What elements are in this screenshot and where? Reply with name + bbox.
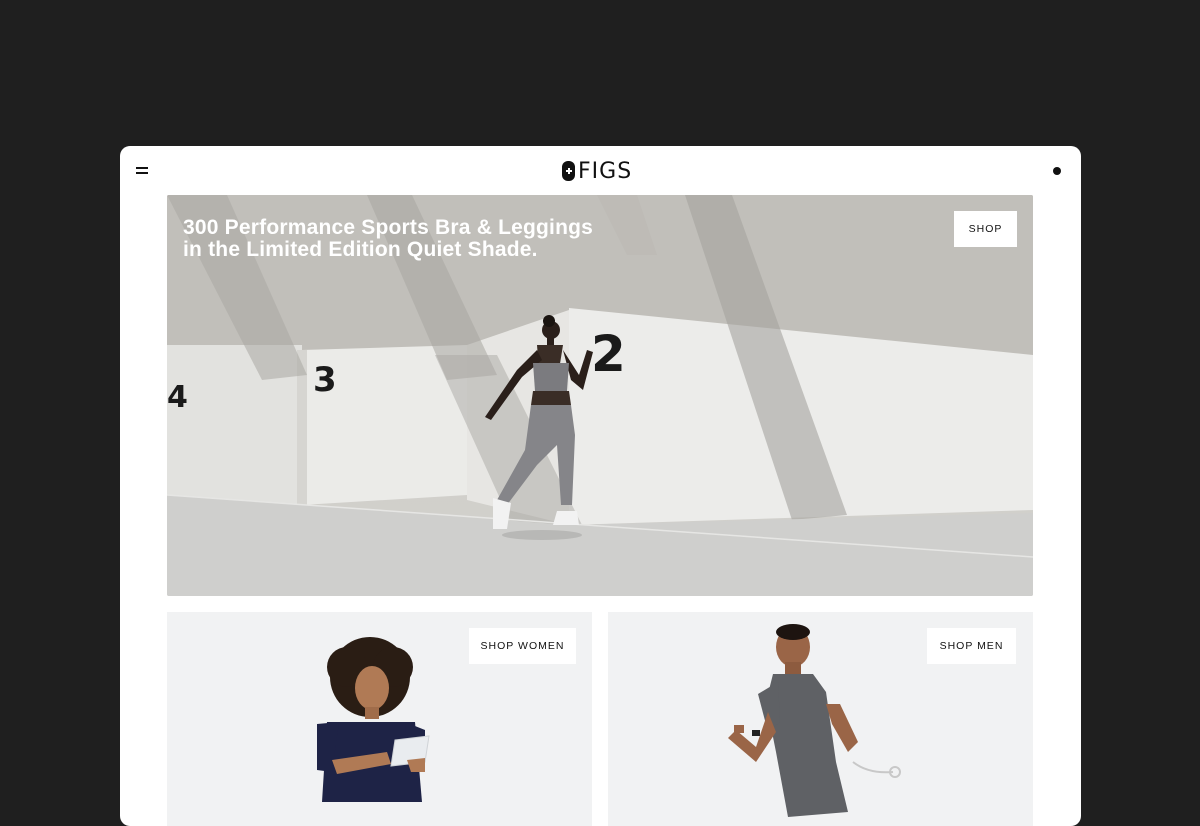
shop-men-card[interactable]: SHOP MEN (608, 612, 1033, 826)
wall-number-3: 3 (313, 360, 337, 400)
figs-logo-mark-icon (562, 161, 575, 181)
wall-number-2: 2 (591, 325, 626, 383)
shop-women-card[interactable]: SHOP WOMEN (167, 612, 592, 826)
shop-men-button[interactable]: SHOP MEN (927, 628, 1016, 664)
browser-frame: FIGS 4 3 2 300 Performance Sports Bra & … (120, 146, 1081, 826)
brand-name: FIGS (578, 158, 633, 184)
brand-logo[interactable]: FIGS (562, 158, 633, 184)
shop-women-button[interactable]: SHOP WOMEN (469, 628, 576, 664)
wall-number-4: 4 (167, 380, 188, 415)
hero-title: 300 Performance Sports Bra & Leggings in… (183, 216, 594, 261)
hero-banner[interactable]: 4 3 2 300 Performance Sports Bra & Leggi… (167, 195, 1033, 596)
hamburger-menu-icon[interactable] (136, 166, 148, 175)
hero-shop-button[interactable]: SHOP (954, 211, 1017, 247)
site-header: FIGS (120, 146, 1081, 195)
account-dot-icon[interactable] (1053, 167, 1061, 175)
